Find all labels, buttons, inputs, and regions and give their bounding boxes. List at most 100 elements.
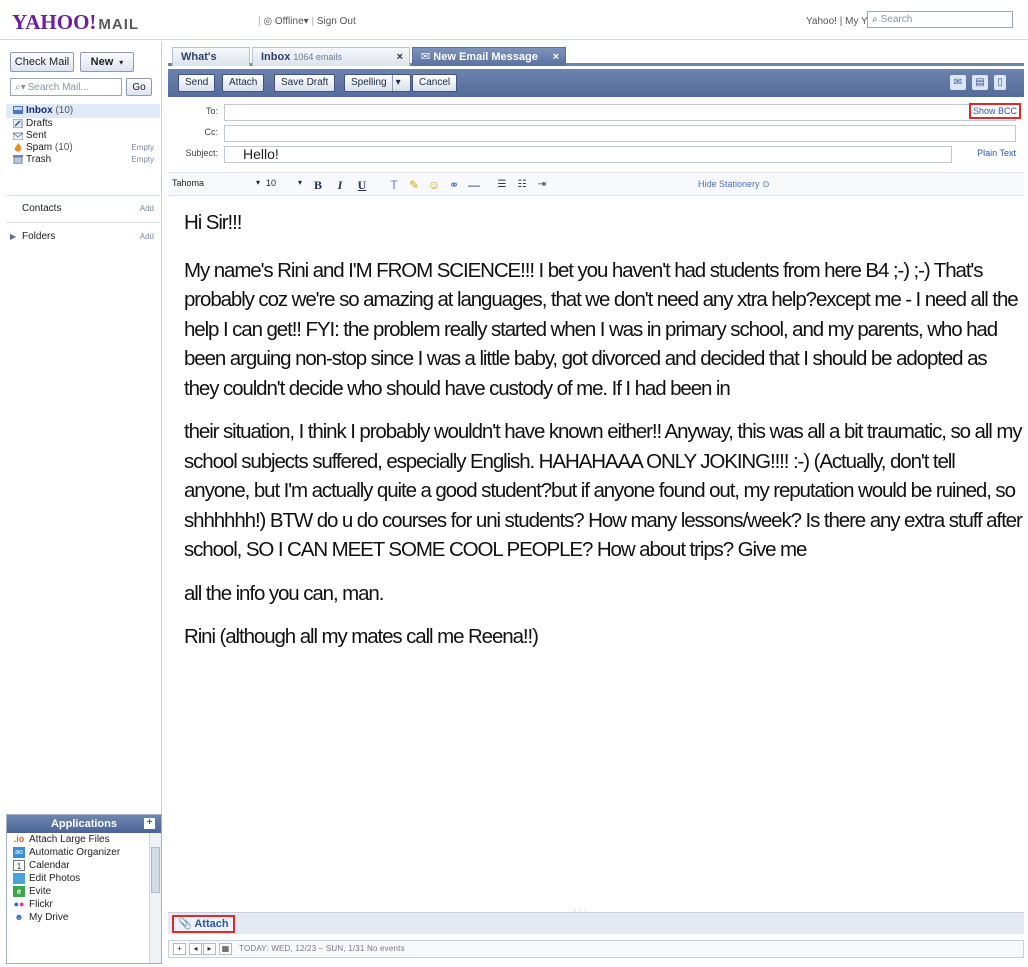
folder-inbox[interactable]: Inbox (10) (6, 104, 160, 118)
close-icon[interactable]: × (553, 48, 559, 67)
yahoo-mail-logo[interactable]: YAHOO! MAIL (12, 10, 139, 35)
close-icon[interactable]: × (397, 48, 403, 67)
applications-header[interactable]: Applications + (7, 815, 161, 833)
cc-field[interactable] (224, 125, 1016, 142)
link-icon[interactable]: ⚭ (446, 177, 462, 193)
mobile-icon[interactable]: ▯ (994, 75, 1006, 90)
formatting-toolbar: Tahoma ▾ 10 ▾ B I U T ✎ ☺ ⚭ — ☰ ☷ ⇥ Hide… (168, 172, 1024, 196)
bold-icon[interactable]: B (310, 177, 326, 193)
app-my-drive[interactable]: ☻ My Drive (7, 911, 161, 924)
plus-icon[interactable]: + (144, 818, 155, 829)
folder-list: Inbox (10) Drafts Sent Spam (10) Empty T… (6, 104, 160, 166)
organizer-icon: ao (13, 847, 25, 858)
app-automatic-organizer[interactable]: ao Automatic Organizer (7, 846, 161, 859)
to-label: To: (205, 106, 218, 116)
folder-trash[interactable]: Trash Empty (6, 154, 160, 166)
app-edit-photos[interactable]: Edit Photos (7, 872, 161, 885)
app-evite[interactable]: e Evite (7, 885, 161, 898)
drafts-icon (13, 119, 23, 128)
tab-label: Inbox (261, 51, 291, 63)
sign-out-link[interactable]: Sign Out (317, 16, 356, 27)
yahoo-link[interactable]: Yahoo! (806, 16, 837, 27)
text-color-icon[interactable]: T (386, 177, 402, 193)
tab-label: New Email Message (433, 51, 538, 63)
folder-count: (10) (55, 105, 74, 116)
show-bcc-link[interactable]: Show BCC (968, 103, 1021, 119)
next-icon[interactable]: ▸ (203, 943, 216, 955)
plain-text-link[interactable]: Plain Text (977, 148, 1016, 158)
folder-sent[interactable]: Sent (6, 130, 160, 142)
applications-panel: Applications + .io Attach Large Files ao… (6, 814, 162, 964)
sidebar: Check Mail New ▾ ⌕▾ Search Mail... Go In… (6, 42, 162, 964)
expand-triangle-icon[interactable]: ▶ (10, 230, 16, 244)
envelope-icon: ✉ (421, 51, 431, 63)
offline-status-link[interactable]: Offline (275, 16, 304, 27)
indent-icon[interactable]: ⇥ (534, 177, 550, 193)
attach-label: Attach (194, 918, 229, 930)
emoticon-icon[interactable]: ☺ (426, 177, 442, 193)
attach-large-files-icon: .io (13, 834, 25, 844)
app-calendar[interactable]: 1 Calendar (7, 859, 161, 872)
applications-scrollbar[interactable] (149, 833, 161, 963)
add-event-icon[interactable]: + (173, 943, 186, 955)
spelling-label: Spelling (351, 77, 387, 88)
search-icon: ⌕▾ (15, 81, 26, 93)
subject-field[interactable]: Hello! (224, 146, 952, 163)
bulleted-list-icon[interactable]: ☷ (514, 177, 530, 193)
italic-icon[interactable]: I (332, 177, 348, 193)
check-mail-button[interactable]: Check Mail (10, 52, 74, 72)
chevron-down-icon[interactable]: ▾ (391, 75, 404, 91)
new-button[interactable]: New ▾ (80, 52, 134, 72)
hide-stationery-label: Hide Stationery (698, 179, 760, 189)
body-paragraph: all the info you can, man. (184, 581, 384, 605)
empty-spam-link[interactable]: Empty (131, 142, 154, 154)
spelling-button[interactable]: Spelling ▾ (344, 74, 411, 92)
contacts-card-icon[interactable]: ▤ (972, 75, 988, 90)
tab-inbox[interactable]: Inbox 1064 emails × (252, 47, 410, 66)
search-mail-input[interactable]: ⌕▾ Search Mail... (10, 78, 122, 96)
to-field[interactable] (224, 104, 1016, 121)
cancel-button[interactable]: Cancel (412, 74, 458, 92)
horizontal-rule-icon[interactable]: — (466, 177, 482, 193)
attach-bar: 📎 Attach (168, 912, 1024, 934)
font-size-select[interactable]: 10 ▾ (266, 178, 304, 192)
scroll-thumb[interactable] (151, 847, 160, 893)
app-label: Attach Large Files (29, 834, 110, 845)
go-button[interactable]: Go (126, 78, 152, 96)
folder-label: Drafts (26, 118, 53, 129)
envelope-icon[interactable]: ✉ (950, 75, 966, 90)
save-draft-button[interactable]: Save Draft (274, 74, 336, 92)
app-flickr[interactable]: ●● Flickr (7, 898, 161, 911)
tab-whats-new[interactable]: What's New (172, 47, 250, 82)
main-area: What's New Inbox 1064 emails × ✉ New Ema… (168, 44, 1024, 964)
folder-label: Spam (26, 142, 53, 153)
trash-icon (13, 155, 23, 164)
tab-new-email-message[interactable]: ✉ New Email Message × (412, 47, 566, 66)
message-headers: To: Show BCC Cc: Subject: Hello! Plain T… (168, 102, 1024, 165)
cc-label: Cc: (204, 127, 219, 137)
hide-stationery-link[interactable]: Hide Stationery ⊙ (698, 179, 770, 190)
align-icon[interactable]: ☰ (494, 177, 510, 193)
folder-drafts[interactable]: Drafts (6, 118, 160, 130)
empty-trash-link[interactable]: Empty (131, 154, 154, 166)
top-search-placeholder: Search (880, 14, 913, 25)
folder-spam[interactable]: Spam (10) Empty (6, 142, 160, 154)
font-select[interactable]: Tahoma ▾ (172, 178, 262, 192)
body-paragraph: My name's Rini and I'M FROM SCIENCE!!! I… (184, 258, 1019, 400)
app-attach-large-files[interactable]: .io Attach Large Files (7, 833, 161, 846)
message-body[interactable]: Hi Sir!!! My name's Rini and I'M FROM SC… (184, 208, 1024, 666)
add-contact-link[interactable]: Add (140, 202, 154, 216)
add-folder-link[interactable]: Add (140, 230, 154, 244)
send-button[interactable]: Send (178, 74, 216, 92)
attach-button[interactable]: Attach (222, 74, 265, 92)
highlight-pen-icon[interactable]: ✎ (406, 177, 422, 193)
folders-item[interactable]: ▶ Folders Add (6, 230, 160, 244)
calendar-icon[interactable]: ▦ (219, 943, 232, 955)
contacts-item[interactable]: Contacts Add (6, 202, 160, 216)
top-search-input[interactable]: ⌕ Search (867, 11, 1013, 28)
body-greeting: Hi Sir!!! (184, 211, 242, 234)
search-icon: ⌕ (872, 14, 878, 25)
previous-icon[interactable]: ◂ (189, 943, 202, 955)
attach-link[interactable]: 📎 Attach (172, 915, 235, 933)
underline-icon[interactable]: U (354, 177, 370, 193)
